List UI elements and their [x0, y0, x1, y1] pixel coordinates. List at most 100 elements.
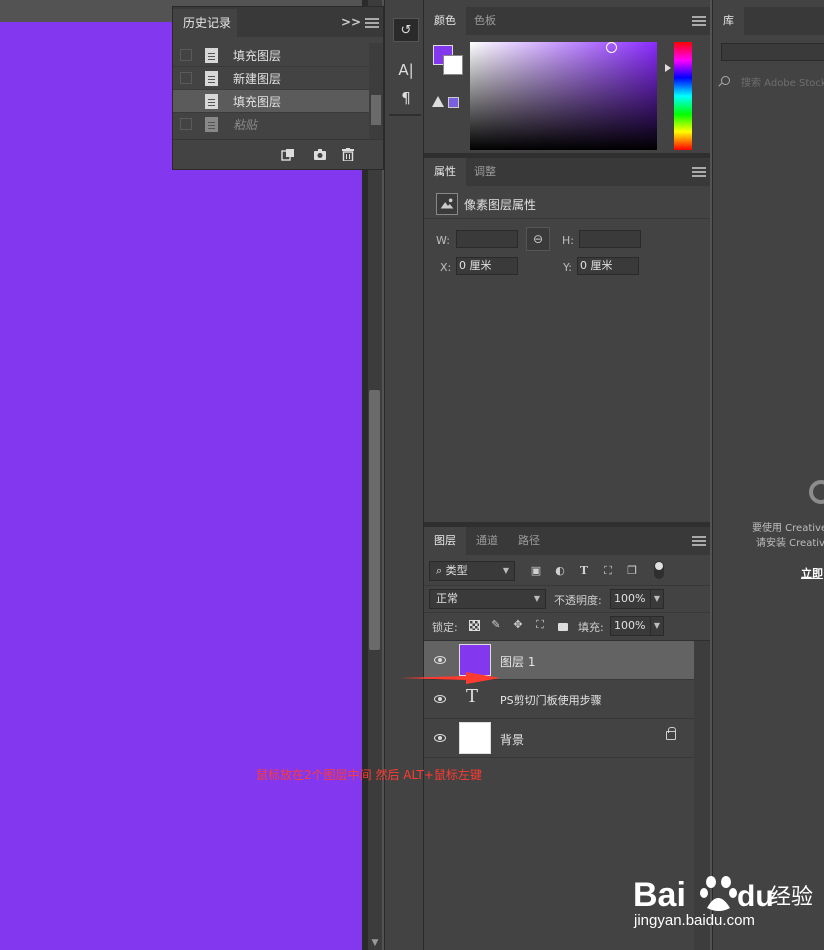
layer-row[interactable]: 背景: [424, 719, 694, 758]
library-message-line2: 请安装 Creative: [756, 538, 824, 549]
collapse-panel-icon[interactable]: >>: [341, 15, 361, 29]
lock-icon: [666, 727, 676, 740]
tab-paths[interactable]: 路径: [508, 527, 550, 555]
panel-menu-icon[interactable]: [692, 167, 706, 177]
library-tabbar: 库: [713, 7, 824, 35]
camera-snapshot-icon[interactable]: [313, 148, 327, 161]
annotation-text: 鼠标放在2个图层中间 然后 ALT+鼠标左键: [256, 768, 482, 782]
history-item-dimmed[interactable]: 粘贴: [173, 113, 369, 136]
history-source-checkbox[interactable]: [180, 49, 192, 61]
history-scroll-thumb[interactable]: [371, 95, 381, 125]
tab-channels[interactable]: 通道: [466, 527, 508, 555]
layer-name[interactable]: 背景: [500, 731, 524, 748]
gamut-warning-icon[interactable]: [432, 96, 444, 107]
properties-title: 像素图层属性: [464, 198, 537, 212]
hue-slider[interactable]: [674, 42, 692, 150]
gamut-correction-swatch[interactable]: [448, 97, 459, 108]
history-item-label: 填充图层: [233, 95, 282, 109]
panel-menu-icon[interactable]: [692, 16, 706, 26]
character-icon[interactable]: A|: [393, 58, 419, 82]
shape-filter-icon[interactable]: ⛶: [600, 564, 616, 578]
tab-properties[interactable]: 属性: [424, 158, 466, 186]
history-state-icon: [205, 71, 218, 86]
lock-paint-icon[interactable]: ✎: [488, 618, 504, 632]
history-tabbar: 历史记录 >>: [173, 7, 383, 37]
height-label: H:: [562, 234, 574, 247]
adjustment-filter-icon[interactable]: ◐: [552, 564, 568, 578]
fill-stepper-icon[interactable]: ▼: [650, 616, 664, 636]
history-state-icon: [205, 48, 218, 63]
x-position-input[interactable]: 0 厘米: [456, 257, 518, 275]
width-input[interactable]: [456, 230, 518, 248]
chevron-down-icon: ▼: [502, 566, 509, 575]
lock-all-icon[interactable]: [558, 623, 568, 631]
color-picker-cursor[interactable]: [606, 42, 617, 53]
lock-position-icon[interactable]: ✥: [510, 618, 526, 632]
history-item[interactable]: 填充图层: [173, 44, 369, 67]
text-layer-icon: T: [466, 686, 479, 707]
layers-options-divider: [424, 612, 710, 613]
lock-artboard-icon[interactable]: ⛶: [532, 618, 548, 632]
tab-layers[interactable]: 图层: [424, 527, 466, 555]
panel-icon-strip: ↺ A| ¶: [384, 0, 424, 950]
history-item-label: 填充图层: [233, 49, 282, 63]
layer-row[interactable]: T PS剪切门板使用步骤: [424, 680, 694, 719]
tab-color[interactable]: 颜色: [424, 7, 466, 35]
color-tabbar: 颜色 色板: [424, 7, 710, 35]
fill-label: 填充:: [578, 621, 604, 634]
history-item-label: 粘贴: [233, 118, 258, 132]
smart-object-filter-icon[interactable]: ❐: [624, 564, 640, 578]
history-source-checkbox[interactable]: [180, 95, 192, 107]
library-dropdown[interactable]: [721, 43, 824, 61]
background-color-swatch[interactable]: [443, 55, 463, 75]
layer-name[interactable]: 图层 1: [500, 653, 535, 670]
history-brush-icon[interactable]: ↺: [393, 18, 419, 42]
width-label: W:: [436, 234, 450, 247]
install-now-link[interactable]: 立即: [801, 565, 823, 581]
blend-mode-value: 正常: [436, 592, 458, 605]
tab-history[interactable]: 历史记录: [173, 9, 237, 37]
layer-name[interactable]: PS剪切门板使用步骤: [500, 692, 602, 708]
filter-toggle-icon[interactable]: [654, 561, 664, 579]
canvas-scroll-thumb[interactable]: [369, 390, 380, 650]
lock-transparent-icon[interactable]: [469, 620, 480, 631]
watermark-brand: Bai: [633, 876, 686, 914]
x-label: X:: [440, 261, 452, 274]
layer-thumbnail: [459, 722, 491, 754]
history-item[interactable]: 新建图层: [173, 67, 369, 90]
history-source-checkbox[interactable]: [180, 72, 192, 84]
y-label: Y:: [563, 261, 572, 274]
chevron-down-icon: ▼: [533, 594, 540, 603]
tab-swatches[interactable]: 色板: [464, 7, 506, 35]
tab-adjustments[interactable]: 调整: [464, 158, 506, 186]
scroll-down-arrow-icon[interactable]: ▼: [368, 936, 382, 950]
main-panel-column: 颜色 色板 属性 调整 像素图层属性 W: ⊖ H: X: 0 厘米 Y: 0 …: [424, 0, 710, 950]
paragraph-icon[interactable]: ¶: [393, 86, 419, 110]
new-document-from-state-icon[interactable]: [281, 148, 295, 161]
link-dimensions-icon[interactable]: ⊖: [526, 227, 550, 251]
history-item-selected[interactable]: 填充图层: [173, 90, 369, 113]
tool-divider: [389, 114, 421, 116]
type-filter-icon[interactable]: T: [576, 564, 592, 578]
blend-mode-dropdown[interactable]: 正常 ▼: [429, 589, 546, 609]
color-spectrum-field[interactable]: [470, 42, 657, 150]
search-icon: [721, 76, 730, 85]
hue-slider-arrow-icon[interactable]: [665, 64, 671, 72]
height-input[interactable]: [579, 230, 641, 248]
layer-filter-dropdown[interactable]: ⌕ 类型 ▼: [429, 561, 515, 581]
stock-search-input[interactable]: 搜索 Adobe Stock: [741, 74, 824, 89]
visibility-eye-icon[interactable]: [434, 695, 446, 703]
panel-menu-icon[interactable]: [365, 18, 379, 28]
history-source-checkbox[interactable]: [180, 118, 192, 130]
paw-icon: [700, 876, 737, 911]
trash-icon[interactable]: [341, 148, 355, 161]
y-position-input[interactable]: 0 厘米: [577, 257, 639, 275]
layers-toolbar-divider: [424, 585, 710, 586]
watermark-url: jingyan.baidu.com: [634, 912, 755, 929]
panel-menu-icon[interactable]: [692, 536, 706, 546]
visibility-eye-icon[interactable]: [434, 656, 446, 664]
image-filter-icon[interactable]: ▣: [528, 564, 544, 578]
opacity-stepper-icon[interactable]: ▼: [650, 589, 664, 609]
tab-library[interactable]: 库: [713, 7, 744, 35]
visibility-eye-icon[interactable]: [434, 734, 446, 742]
